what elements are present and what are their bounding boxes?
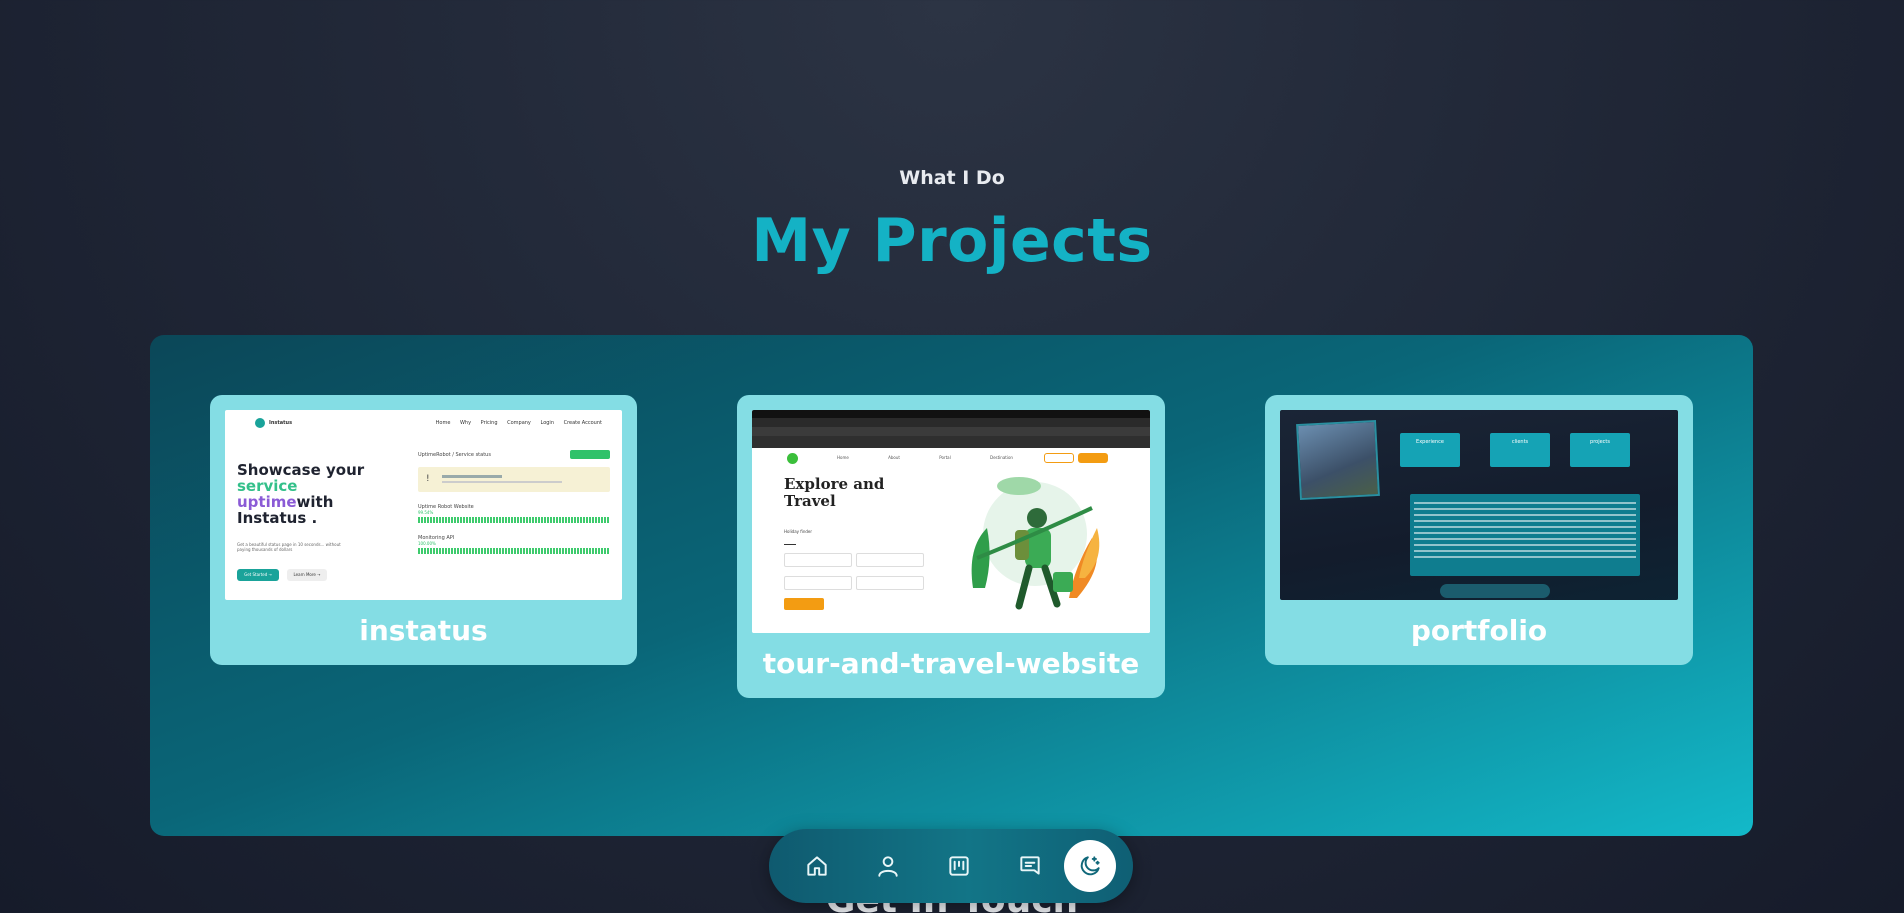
thumb-cta-secondary: Learn More → [287,569,327,581]
instatus-logo-icon [255,418,265,428]
thumb-nav-link: Create Account [563,420,602,426]
thumb-status-panel: UptimeRobot / Service status ! Uptime Ro… [418,450,610,554]
thumb-nav-link: Login [540,420,555,426]
thumb-hero-heading: Showcase your service uptimewith Instatu… [237,461,365,527]
moon-sparkle-icon [1080,856,1100,876]
thumb-hero-heading: Explore and Travel [784,475,885,510]
project-thumbnail-tour-and-travel: Home About Portal Destination Explore an… [752,410,1150,633]
thumb-nav-link: Why [459,420,472,426]
message-icon [1020,856,1040,875]
uptime-bar [418,548,610,554]
thumb-cta-primary: Get Started → [237,569,279,581]
project-title[interactable]: tour-and-travel-website [737,647,1165,680]
thumb-about-text [1410,494,1640,576]
nav-about-button[interactable] [862,840,914,892]
thumb-stat-card: Experience [1400,433,1460,467]
nav-contact-button[interactable] [1004,840,1056,892]
section-eyebrow: What I Do [899,167,1005,189]
project-thumbnail-portfolio: Experience clients projects [1280,410,1678,600]
thumb-subtext: Get a beautiful status page in 10 second… [237,542,341,552]
project-title[interactable]: portfolio [1265,614,1693,647]
profile-photo [1296,419,1380,501]
section-title: My Projects [751,206,1153,276]
traveler-illustration-icon [971,477,1100,610]
user-icon [878,856,898,877]
projects-board-icon [949,856,969,876]
project-title[interactable]: instatus [210,614,637,647]
project-thumbnail-instatus: Instatus Home Why Pricing Company Login … [225,410,622,600]
thumb-mini-dock [1440,584,1550,598]
project-card-instatus[interactable]: Instatus Home Why Pricing Company Login … [210,395,637,665]
thumb-nav-link: Company [507,420,531,426]
bottom-nav-dock [769,829,1133,903]
thumb-nav-link: Pricing [480,420,498,426]
nav-home-button[interactable] [791,840,843,892]
thumb-nav-link: Home [435,420,451,426]
theme-toggle-button[interactable] [1064,840,1116,892]
thumb-search-button [784,598,824,610]
thumb-stat-card: clients [1490,433,1550,467]
home-icon [807,856,827,876]
nav-projects-button[interactable] [933,840,985,892]
uptime-bar [418,517,610,523]
warning-icon: ! [426,474,430,484]
thumb-stat-card: projects [1570,433,1630,467]
project-card-tour-and-travel[interactable]: Home About Portal Destination Explore an… [737,395,1165,698]
travel-logo-icon [787,453,798,464]
thumb-brand: Instatus [269,420,293,426]
project-card-portfolio[interactable]: Experience clients projects portfolio [1265,395,1693,665]
